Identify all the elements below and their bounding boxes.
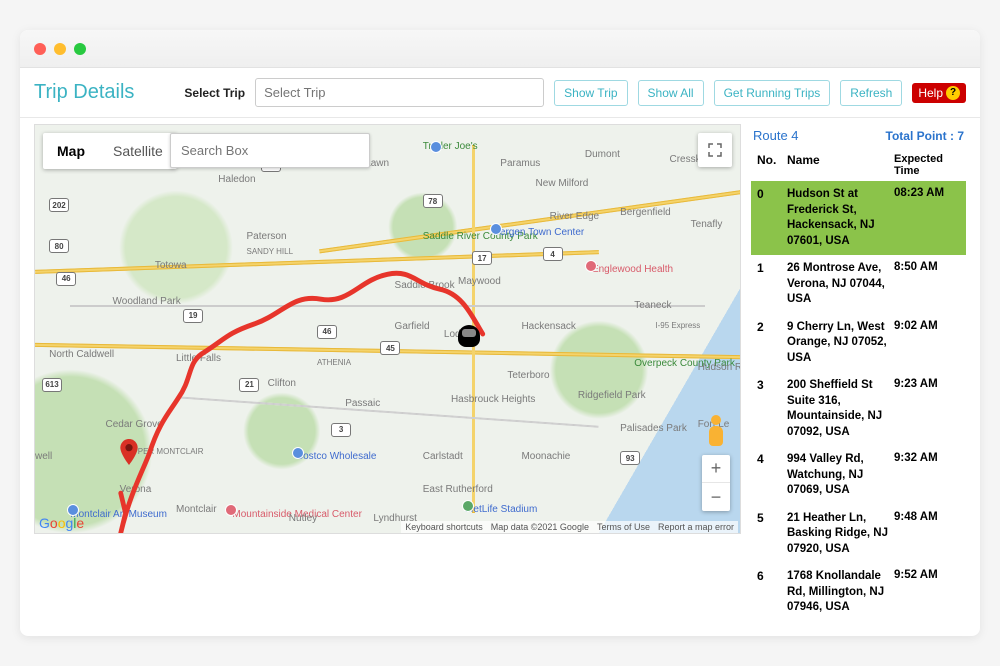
stop-time: 9:02 AM: [894, 320, 960, 332]
table-row[interactable]: 61768 Knollandale Rd, Millington, NJ 079…: [751, 563, 966, 622]
map-type-switch: Map Satellite: [43, 133, 177, 169]
map-attribution: Map data ©2021 Google: [491, 522, 589, 532]
stop-time: 9:52 AM: [894, 569, 960, 581]
help-icon: ?: [946, 86, 960, 100]
refresh-button[interactable]: Refresh: [840, 80, 902, 106]
app-window: Trip Details Select Trip Show Trip Show …: [20, 30, 980, 636]
stop-time: 08:23 AM: [894, 187, 960, 199]
show-all-button[interactable]: Show All: [638, 80, 704, 106]
terms-link[interactable]: Terms of Use: [597, 522, 650, 532]
keyboard-shortcuts-link[interactable]: Keyboard shortcuts: [405, 522, 483, 532]
col-no: No.: [757, 153, 787, 177]
stop-name: Hudson St at Frederick St, Hackensack, N…: [787, 187, 894, 249]
toolbar: Trip Details Select Trip Show Trip Show …: [20, 68, 980, 118]
table-row[interactable]: 4994 Valley Rd, Watchung, NJ 07069, USA9…: [751, 446, 966, 505]
stop-no: 0: [757, 187, 787, 201]
stop-name: 1768 Knollandale Rd, Millington, NJ 0794…: [787, 569, 894, 616]
stop-name: 9 Cherry Ln, West Orange, NJ 07052, USA: [787, 320, 894, 367]
google-logo: Google: [39, 515, 84, 531]
show-trip-button[interactable]: Show Trip: [554, 80, 627, 106]
stops-list: 0Hudson St at Frederick St, Hackensack, …: [751, 181, 966, 622]
stop-name: 26 Montrose Ave, Verona, NJ 07044, USA: [787, 261, 894, 308]
table-row[interactable]: 0Hudson St at Frederick St, Hackensack, …: [751, 181, 966, 255]
map[interactable]: Williamsburg Haledon Fair Lawn Trader Jo…: [34, 124, 741, 534]
running-trips-button[interactable]: Get Running Trips: [714, 80, 831, 106]
stop-name: 21 Heather Ln, Basking Ridge, NJ 07920, …: [787, 511, 894, 558]
map-type-satellite[interactable]: Satellite: [99, 133, 177, 169]
fullscreen-button[interactable]: [698, 133, 732, 167]
route-name: Route 4: [753, 128, 799, 143]
stop-no: 3: [757, 378, 787, 392]
stop-no: 5: [757, 511, 787, 525]
zoom-out-button[interactable]: −: [702, 483, 730, 511]
zoom-controls: + −: [702, 455, 730, 511]
table-row[interactable]: 3200 Sheffield St Suite 316, Mountainsid…: [751, 372, 966, 446]
stop-name: 200 Sheffield St Suite 316, Mountainside…: [787, 378, 894, 440]
help-label: Help: [918, 86, 943, 100]
table-row[interactable]: 521 Heather Ln, Basking Ridge, NJ 07920,…: [751, 505, 966, 564]
stop-time: 9:48 AM: [894, 511, 960, 523]
page-title: Trip Details: [34, 81, 134, 104]
help-button[interactable]: Help ?: [912, 83, 966, 103]
window-close-dot[interactable]: [34, 43, 46, 55]
stop-time: 9:23 AM: [894, 378, 960, 390]
table-row[interactable]: 29 Cherry Ln, West Orange, NJ 07052, USA…: [751, 314, 966, 373]
window-max-dot[interactable]: [74, 43, 86, 55]
table-row[interactable]: 126 Montrose Ave, Verona, NJ 07044, USA8…: [751, 255, 966, 314]
stop-name: 994 Valley Rd, Watchung, NJ 07069, USA: [787, 452, 894, 499]
zoom-in-button[interactable]: +: [702, 455, 730, 483]
pegman-icon[interactable]: [702, 415, 730, 453]
route-line: [35, 125, 740, 533]
destination-pin: [120, 439, 138, 465]
stop-no: 1: [757, 261, 787, 275]
stop-no: 2: [757, 320, 787, 334]
trip-select[interactable]: [255, 78, 544, 107]
table-header: No. Name Expected Time: [751, 149, 966, 181]
stop-no: 4: [757, 452, 787, 466]
stop-no: 6: [757, 569, 787, 583]
stop-time: 9:32 AM: [894, 452, 960, 464]
stop-time: 8:50 AM: [894, 261, 960, 273]
map-type-map[interactable]: Map: [43, 133, 99, 169]
col-time: Expected Time: [894, 153, 960, 177]
col-name: Name: [787, 153, 894, 177]
vehicle-marker: [458, 325, 480, 347]
content: Williamsburg Haledon Fair Lawn Trader Jo…: [20, 118, 980, 636]
titlebar: [20, 30, 980, 68]
map-footer: Keyboard shortcuts Map data ©2021 Google…: [401, 521, 738, 533]
select-trip-label: Select Trip: [184, 86, 245, 100]
total-points: Total Point : 7: [886, 129, 964, 143]
stops-sidebar: Route 4 Total Point : 7 No. Name Expecte…: [741, 124, 966, 622]
map-search-input[interactable]: [170, 133, 370, 168]
window-min-dot[interactable]: [54, 43, 66, 55]
report-error-link[interactable]: Report a map error: [658, 522, 734, 532]
